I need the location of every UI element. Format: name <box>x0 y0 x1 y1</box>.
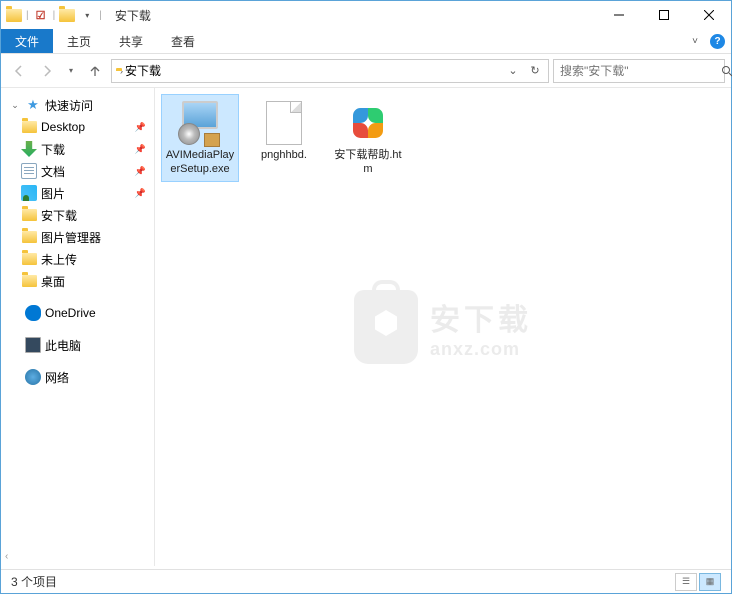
sidebar-this-pc[interactable]: 此电脑 <box>1 334 154 356</box>
sidebar-item-pictures[interactable]: 图片 📌 <box>1 182 154 204</box>
shield-icon <box>354 290 418 364</box>
separator: | <box>99 10 102 21</box>
pc-icon <box>25 337 41 353</box>
watermark-cn: 安下载 <box>430 295 532 339</box>
onedrive-icon <box>25 305 41 321</box>
sidebar-item-label: Desktop <box>41 120 85 134</box>
picture-icon <box>21 185 37 201</box>
sidebar-onedrive[interactable]: OneDrive <box>1 302 154 324</box>
window-controls <box>596 1 731 29</box>
status-bar: 3 个项目 ☰ ▦ <box>1 569 731 593</box>
body: ⌄ ★ 快速访问 Desktop 📌 下载 📌 文档 📌 图片 📌 安下载 <box>1 88 731 566</box>
sidebar-item-label: 此电脑 <box>45 337 81 354</box>
folder-icon <box>22 275 37 287</box>
file-pane[interactable]: 安下载 anxz.com AVIMediaPlayerSetup.exe png… <box>155 88 731 566</box>
sidebar-item-label: 快速访问 <box>45 97 93 114</box>
maximize-button[interactable] <box>641 1 686 29</box>
sidebar-quick-access[interactable]: ⌄ ★ 快速访问 <box>1 94 154 116</box>
sidebar-item-label: 桌面 <box>41 273 65 290</box>
folder-icon <box>22 209 37 221</box>
folder-icon <box>5 6 23 24</box>
help-button[interactable]: ? <box>710 34 725 49</box>
folder-icon[interactable] <box>58 6 76 24</box>
file-item[interactable]: AVIMediaPlayerSetup.exe <box>161 94 239 182</box>
file-list: AVIMediaPlayerSetup.exe pnghhbd. 安下载帮助.h… <box>155 88 731 188</box>
qat: | ☑ | ▾ | <box>1 6 107 24</box>
sidebar-item-downloads[interactable]: 下载 📌 <box>1 138 154 160</box>
exe-icon <box>176 99 224 147</box>
sidebar: ⌄ ★ 快速访问 Desktop 📌 下载 📌 文档 📌 图片 📌 安下载 <box>1 88 155 566</box>
icons-view-button[interactable]: ▦ <box>699 573 721 591</box>
sidebar-item-notuploaded[interactable]: 未上传 <box>1 248 154 270</box>
ribbon: 文件 主页 共享 查看 ˅ ? <box>1 29 731 54</box>
star-icon: ★ <box>25 97 41 113</box>
refresh-button[interactable]: ↻ <box>524 60 546 82</box>
separator: | <box>26 10 29 21</box>
up-button[interactable] <box>83 59 107 83</box>
folder-icon <box>22 121 37 133</box>
pin-icon: 📌 <box>135 166 146 177</box>
close-button[interactable] <box>686 1 731 29</box>
details-view-button[interactable]: ☰ <box>675 573 697 591</box>
sidebar-item-documents[interactable]: 文档 📌 <box>1 160 154 182</box>
document-icon <box>21 163 37 179</box>
chevron-down-icon[interactable]: ⌄ <box>9 100 21 111</box>
breadcrumb-segment[interactable]: 安下载 <box>123 62 167 79</box>
status-text: 3 个项目 <box>11 573 57 590</box>
sidebar-network[interactable]: 网络 <box>1 366 154 388</box>
separator: | <box>53 10 56 21</box>
search-box[interactable] <box>553 59 725 83</box>
watermark: 安下载 anxz.com <box>354 290 532 364</box>
sidebar-item-label: 图片 <box>41 185 65 202</box>
minimize-button[interactable] <box>596 1 641 29</box>
back-button[interactable] <box>7 59 31 83</box>
pin-icon: 📌 <box>135 144 146 155</box>
pin-icon: 📌 <box>135 188 146 199</box>
qat-dropdown-icon[interactable]: ▾ <box>78 6 96 24</box>
sidebar-item-label: 文档 <box>41 163 65 180</box>
tab-view[interactable]: 查看 <box>157 29 209 53</box>
sidebar-item-desktop[interactable]: Desktop 📌 <box>1 116 154 138</box>
title-bar: | ☑ | ▾ | 安下载 <box>1 1 731 29</box>
breadcrumb-label: 安下载 <box>125 62 161 79</box>
sidebar-item-label: 安下载 <box>41 207 77 224</box>
sidebar-item-label: 图片管理器 <box>41 229 101 246</box>
folder-icon <box>22 231 37 243</box>
chevron-left-icon: ‹ <box>5 551 8 562</box>
htm-icon <box>344 99 392 147</box>
sidebar-item-picmgr[interactable]: 图片管理器 <box>1 226 154 248</box>
breadcrumb[interactable]: › 安下载 ⌄ ↻ <box>111 59 549 83</box>
sidebar-item-desktop2[interactable]: 桌面 <box>1 270 154 292</box>
search-button[interactable] <box>721 60 732 82</box>
sidebar-item-anxz[interactable]: 安下载 <box>1 204 154 226</box>
nav-bar: ▾ › 安下载 ⌄ ↻ <box>1 54 731 88</box>
tab-home[interactable]: 主页 <box>53 29 105 53</box>
properties-icon[interactable]: ☑ <box>32 6 50 24</box>
view-switcher: ☰ ▦ <box>675 573 721 591</box>
sidebar-item-label: OneDrive <box>45 306 96 320</box>
forward-button[interactable] <box>35 59 59 83</box>
folder-icon <box>22 253 37 265</box>
sidebar-item-label: 未上传 <box>41 251 77 268</box>
ribbon-expand-icon[interactable]: ˅ <box>686 34 704 49</box>
tab-file[interactable]: 文件 <box>1 29 53 53</box>
download-icon <box>21 141 37 157</box>
sidebar-item-label: 网络 <box>45 369 69 386</box>
file-item[interactable]: pnghhbd. <box>245 94 323 168</box>
file-item[interactable]: 安下载帮助.htm <box>329 94 407 182</box>
file-label: pnghhbd. <box>261 149 307 163</box>
history-dropdown[interactable]: ▾ <box>63 59 79 83</box>
file-label: AVIMediaPlayerSetup.exe <box>164 149 236 177</box>
watermark-en: anxz.com <box>430 339 532 360</box>
sidebar-item-label: 下载 <box>41 141 65 158</box>
tab-share[interactable]: 共享 <box>105 29 157 53</box>
search-input[interactable] <box>554 64 721 78</box>
file-icon <box>260 99 308 147</box>
window-title: 安下载 <box>107 7 151 24</box>
file-label: 安下载帮助.htm <box>332 149 404 177</box>
breadcrumb-dropdown[interactable]: ⌄ <box>502 60 524 82</box>
pin-icon: 📌 <box>135 122 146 133</box>
network-icon <box>25 369 41 385</box>
